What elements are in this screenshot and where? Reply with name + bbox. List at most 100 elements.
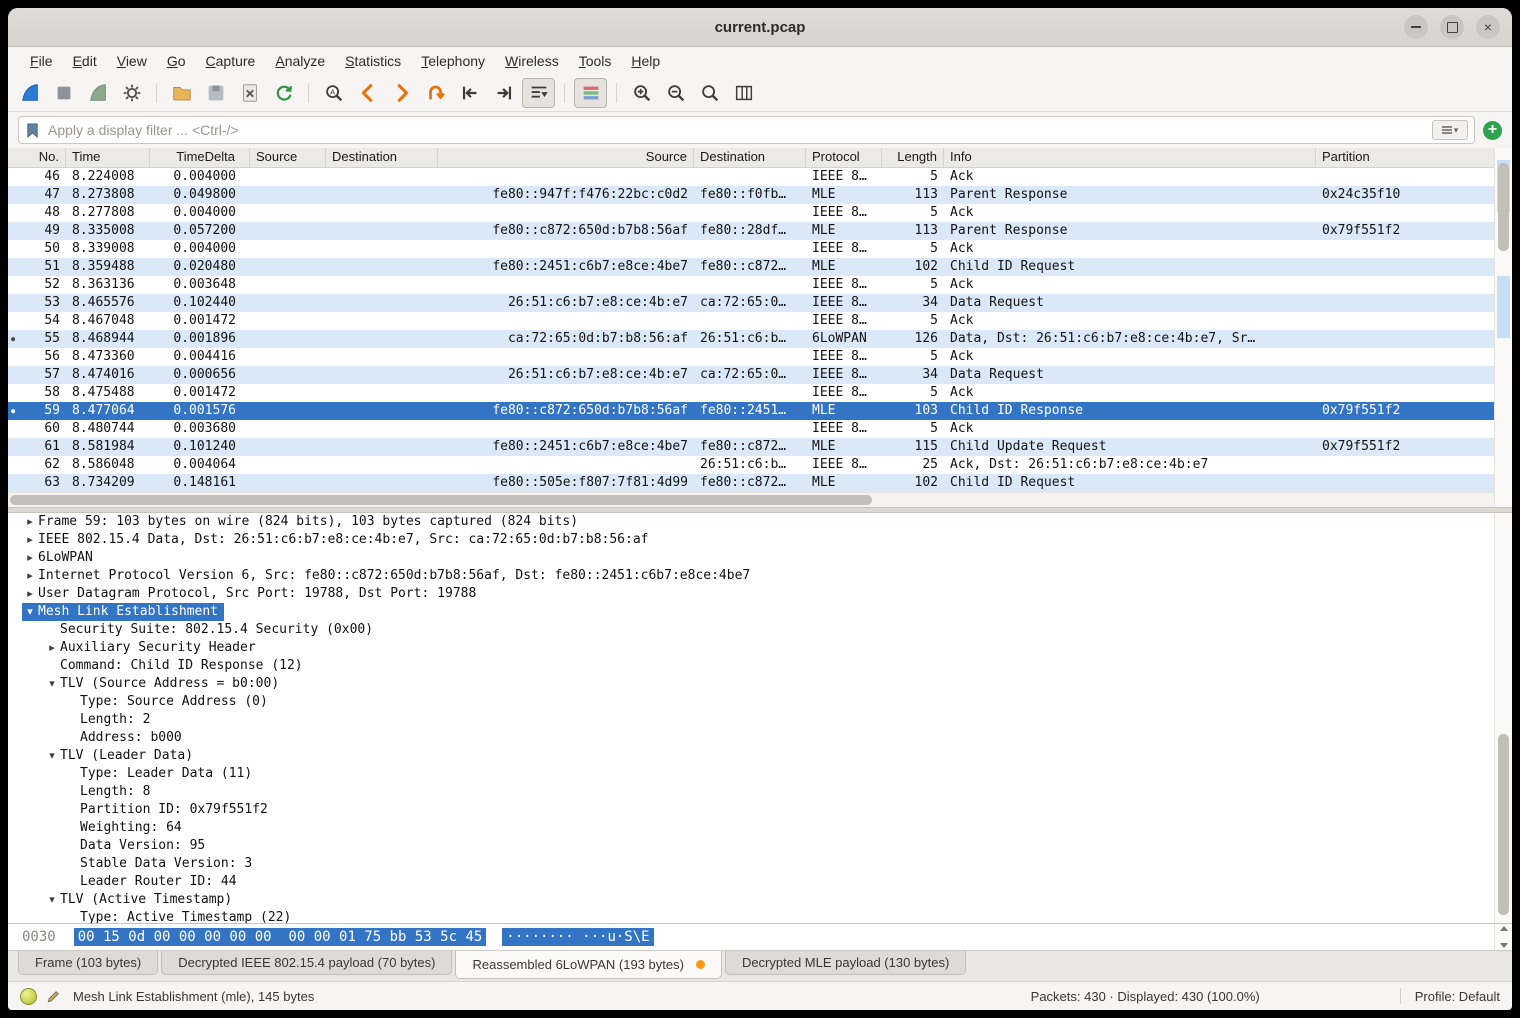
byte-view-tab[interactable]: Frame (103 bytes) (18, 951, 158, 975)
detail-row[interactable]: ▸IEEE 802.15.4 Data, Dst: 26:51:c6:b7:e8… (8, 531, 1512, 549)
expander-icon[interactable] (64, 693, 80, 711)
close-button[interactable]: × (1476, 15, 1500, 39)
packet-row[interactable]: 62 8.586048 0.004064 26:51:c6:b… IEEE 8…… (8, 456, 1495, 474)
menu-item[interactable]: Telephony (411, 50, 495, 72)
hex-bytes[interactable]: 00 15 0d 00 00 00 00 00 00 00 01 75 bb 5… (74, 928, 487, 946)
detail-row[interactable]: Weighting: 64 (8, 819, 1512, 837)
restart-capture-button[interactable] (82, 79, 113, 107)
detail-row[interactable]: ▸Internet Protocol Version 6, Src: fe80:… (8, 567, 1512, 585)
expander-icon[interactable]: ▸ (22, 513, 38, 531)
detail-row[interactable]: ▾TLV (Source Address = b0:00) (8, 675, 1512, 693)
detail-row[interactable]: ▸Frame 59: 103 bytes on wire (824 bits),… (8, 513, 1512, 531)
expander-icon[interactable] (64, 819, 80, 837)
menu-item[interactable]: Tools (569, 50, 622, 72)
next-packet-button[interactable] (386, 79, 417, 107)
add-filter-button[interactable]: + (1483, 121, 1502, 140)
auto-scroll-button[interactable] (522, 78, 555, 108)
menu-item[interactable]: Help (621, 50, 670, 72)
expander-icon[interactable]: ▸ (22, 549, 38, 567)
expander-icon[interactable] (44, 657, 60, 675)
first-packet-button[interactable] (454, 79, 485, 107)
detail-row[interactable]: Security Suite: 802.15.4 Security (0x00) (8, 621, 1512, 639)
column-header-destination2[interactable]: Destination (694, 148, 806, 167)
expander-icon[interactable]: ▾ (44, 891, 60, 909)
packet-row[interactable]: 57 8.474016 0.000656 26:51:c6:b7:e8:ce:4… (8, 366, 1495, 384)
zoom-in-button[interactable] (626, 79, 657, 107)
expander-icon[interactable]: ▾ (22, 603, 38, 621)
menu-item[interactable]: Capture (196, 50, 266, 72)
packet-row[interactable]: 47 8.273808 0.049800 fe80::947f:f476:22b… (8, 186, 1495, 204)
expander-icon[interactable] (64, 765, 80, 783)
expander-icon[interactable] (64, 729, 80, 747)
reload-file-button[interactable] (268, 79, 299, 107)
packet-row[interactable]: 63 8.734209 0.148161 fe80::505e:f807:7f8… (8, 474, 1495, 492)
scroll-up-icon[interactable] (1500, 926, 1508, 931)
resize-columns-button[interactable] (728, 79, 759, 107)
go-to-packet-button[interactable] (420, 79, 451, 107)
menu-item[interactable]: File (20, 50, 63, 72)
display-filter-field[interactable]: ▾ (18, 116, 1475, 144)
packet-row[interactable]: 48 8.277808 0.004000 IEEE 8… 5 Ack (8, 204, 1495, 222)
expander-icon[interactable] (64, 909, 80, 923)
expander-icon[interactable]: ▸ (22, 531, 38, 549)
filter-dropdown-button[interactable]: ▾ (1432, 120, 1468, 140)
detail-row[interactable]: Data Version: 95 (8, 837, 1512, 855)
column-header-source2[interactable]: Source (438, 148, 694, 167)
column-header-source[interactable]: Source (250, 148, 326, 167)
zoom-normal-button[interactable] (694, 79, 725, 107)
start-capture-button[interactable] (14, 79, 45, 107)
detail-row[interactable]: Type: Active Timestamp (22) (8, 909, 1512, 923)
save-file-button[interactable] (200, 79, 231, 107)
menu-item[interactable]: Go (157, 50, 196, 72)
packet-row[interactable]: 52 8.363136 0.003648 IEEE 8… 5 Ack (8, 276, 1495, 294)
detail-row[interactable]: Length: 8 (8, 783, 1512, 801)
expander-icon[interactable] (64, 783, 80, 801)
expander-icon[interactable] (44, 621, 60, 639)
expander-icon[interactable]: ▾ (44, 675, 60, 693)
packet-list-vscrollbar[interactable] (1494, 148, 1512, 507)
expander-icon[interactable] (64, 711, 80, 729)
vscrollbar-thumb[interactable] (1498, 163, 1509, 251)
capture-options-button[interactable] (116, 79, 147, 107)
packet-list-hscrollbar[interactable] (8, 492, 1495, 507)
detail-row[interactable]: ▾TLV (Leader Data) (8, 747, 1512, 765)
packet-row[interactable]: 56 8.473360 0.004416 IEEE 8… 5 Ack (8, 348, 1495, 366)
details-vscrollbar[interactable] (1494, 513, 1512, 923)
stop-capture-button[interactable] (48, 79, 79, 107)
expander-icon[interactable] (64, 837, 80, 855)
details-scrollbar-thumb[interactable] (1498, 734, 1509, 914)
byte-view-tab[interactable]: Decrypted IEEE 802.15.4 payload (70 byte… (161, 951, 452, 975)
expander-icon[interactable]: ▸ (22, 585, 38, 603)
column-header-time[interactable]: Time (66, 148, 150, 167)
packet-row[interactable]: 60 8.480744 0.003680 IEEE 8… 5 Ack (8, 420, 1495, 438)
expander-icon[interactable] (64, 855, 80, 873)
close-file-button[interactable] (234, 79, 265, 107)
expander-icon[interactable] (64, 801, 80, 819)
column-header-info[interactable]: Info (944, 148, 1316, 167)
detail-row[interactable]: ▾TLV (Active Timestamp) (8, 891, 1512, 909)
expander-icon[interactable]: ▾ (44, 747, 60, 765)
packet-row[interactable]: 58 8.475488 0.001472 IEEE 8… 5 Ack (8, 384, 1495, 402)
packet-row[interactable]: 49 8.335008 0.057200 fe80::c872:650d:b7b… (8, 222, 1495, 240)
detail-row[interactable]: Type: Leader Data (11) (8, 765, 1512, 783)
packet-row[interactable]: 53 8.465576 0.102440 26:51:c6:b7:e8:ce:4… (8, 294, 1495, 312)
packet-row[interactable]: 54 8.467048 0.001472 IEEE 8… 5 Ack (8, 312, 1495, 330)
expert-info-icon[interactable] (20, 988, 37, 1005)
column-header-partition[interactable]: Partition (1316, 148, 1495, 167)
detail-row[interactable]: Leader Router ID: 44 (8, 873, 1512, 891)
expander-icon[interactable] (64, 873, 80, 891)
packet-row[interactable]: ●55 8.468944 0.001896 ca:72:65:0d:b7:b8:… (8, 330, 1495, 348)
column-header-destination[interactable]: Destination (326, 148, 438, 167)
detail-row[interactable]: ▸6LoWPAN (8, 549, 1512, 567)
filter-bookmark-icon[interactable] (25, 122, 40, 139)
capture-comment-icon[interactable] (46, 989, 61, 1004)
packet-row[interactable]: ●59 8.477064 0.001576 fe80::c872:650d:b7… (8, 402, 1495, 420)
detail-row[interactable]: Partition ID: 0x79f551f2 (8, 801, 1512, 819)
open-file-button[interactable] (166, 79, 197, 107)
packet-row[interactable]: 50 8.339008 0.004000 IEEE 8… 5 Ack (8, 240, 1495, 258)
byte-view-tab[interactable]: Reassembled 6LoWPAN (193 bytes) (455, 951, 721, 979)
column-header-protocol[interactable]: Protocol (806, 148, 882, 167)
hex-ascii[interactable]: ········ ···u·S\E (502, 928, 653, 946)
hscrollbar-thumb[interactable] (10, 495, 872, 505)
detail-row[interactable]: Command: Child ID Response (12) (8, 657, 1512, 675)
